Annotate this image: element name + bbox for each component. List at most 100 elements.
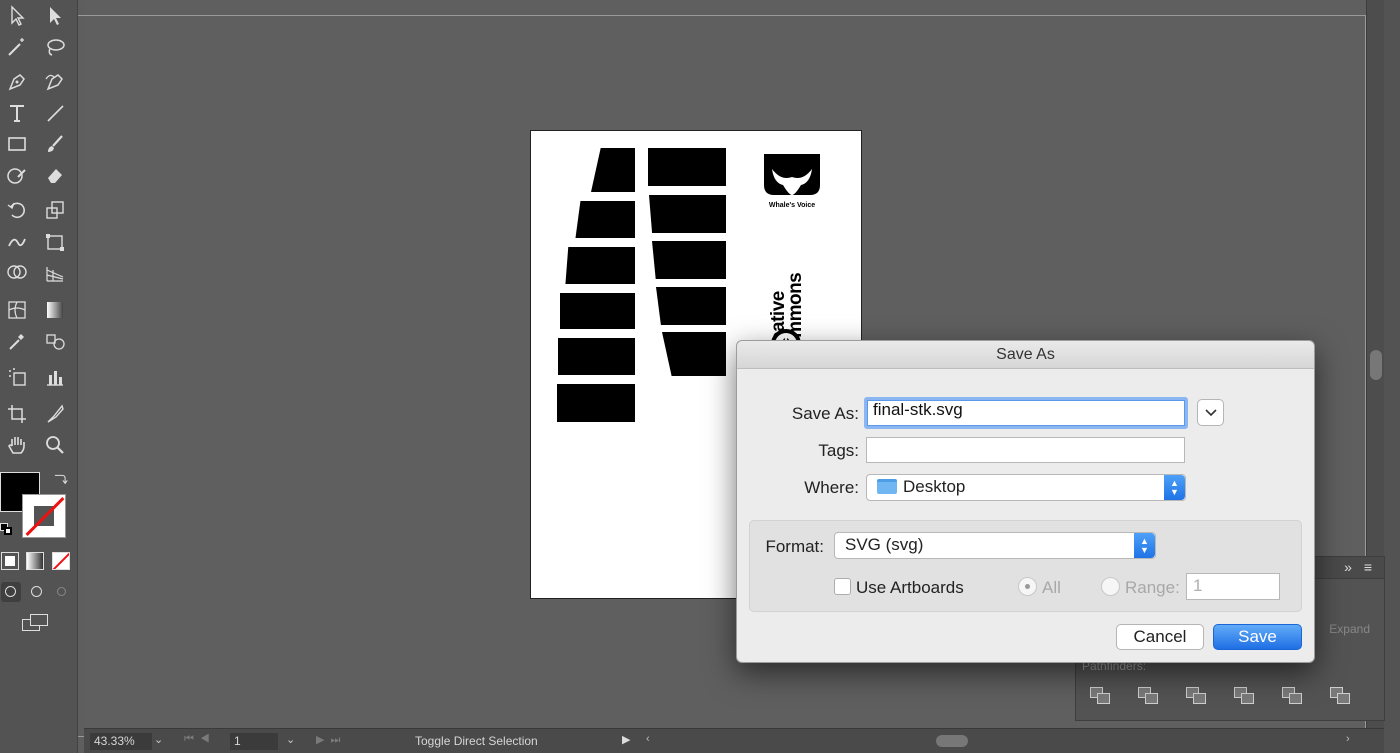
horizontal-scrollbar[interactable]: [644, 733, 1364, 749]
zoom-field[interactable]: 43.33%: [90, 733, 152, 750]
paintbrush-tool[interactable]: [40, 130, 70, 158]
panel-collapse-icon[interactable]: » ≡: [1344, 559, 1376, 575]
artwork-block[interactable]: [656, 287, 726, 325]
status-bar: 43.33% ⌄ ⏮◀ 1 ⌄ ▶⏭ Toggle Direct Selecti…: [84, 728, 1384, 753]
expand-button[interactable]: Expand: [1329, 622, 1370, 636]
next-last-artboard-icons[interactable]: ▶⏭: [316, 733, 346, 747]
line-segment-tool[interactable]: [40, 99, 70, 127]
artwork-block[interactable]: [565, 247, 635, 284]
scroll-right-icon[interactable]: ›: [1346, 733, 1350, 745]
stroke-swatch[interactable]: [22, 494, 66, 538]
range-label: Range:: [1125, 578, 1180, 597]
cancel-button[interactable]: Cancel: [1116, 624, 1204, 650]
horizontal-scrollbar-thumb[interactable]: [936, 735, 968, 747]
pathfinder-minus-back-icon[interactable]: [1330, 687, 1352, 705]
swap-fill-stroke-icon[interactable]: [46, 466, 74, 492]
default-fill-stroke-icon[interactable]: [0, 523, 12, 535]
screen-mode-icon[interactable]: [22, 613, 52, 635]
rectangle-tool[interactable]: [2, 130, 32, 158]
artboard-number-field[interactable]: 1: [230, 733, 278, 750]
pathfinder-merge-icon[interactable]: [1186, 687, 1208, 705]
gradient-mode-button[interactable]: [26, 552, 44, 570]
use-artboards-label[interactable]: Use Artboards: [856, 578, 964, 598]
shaper-tool[interactable]: [2, 161, 32, 189]
artwork-block[interactable]: [591, 148, 635, 192]
popup-stepper-icon: ▲ ▼: [1134, 533, 1155, 558]
blend-tool[interactable]: [40, 327, 70, 355]
pathfinder-trim-icon[interactable]: [1138, 687, 1160, 705]
artboard-dropdown-icon[interactable]: ⌄: [286, 733, 295, 746]
direct-selection-tool[interactable]: [40, 2, 70, 30]
status-menu-icon[interactable]: ▶: [622, 733, 630, 746]
popup-stepper-icon: ▲ ▼: [1164, 475, 1185, 500]
zoom-tool[interactable]: [40, 431, 70, 459]
where-value: Desktop: [903, 477, 966, 496]
artwork-block[interactable]: [557, 384, 635, 422]
format-popup[interactable]: SVG (svg) ▲ ▼: [834, 532, 1156, 559]
draw-normal-icon[interactable]: [1, 582, 21, 602]
all-radio[interactable]: [1018, 577, 1037, 596]
tags-label: Tags:: [818, 441, 859, 460]
chevron-down-icon: [1204, 408, 1217, 416]
expand-dialog-button[interactable]: [1197, 399, 1224, 426]
type-tool[interactable]: [2, 99, 32, 127]
color-mode-button[interactable]: [1, 552, 19, 570]
magic-wand-tool[interactable]: [2, 33, 32, 61]
gradient-tool[interactable]: [40, 296, 70, 324]
perspective-grid-tool[interactable]: [40, 259, 70, 287]
format-options-box: Format: SVG (svg) ▲ ▼ Use Artboards All R…: [749, 520, 1302, 612]
pen-tool[interactable]: [2, 68, 32, 96]
logo-caption: Whale's Voice: [768, 202, 816, 209]
tools-panel: [0, 0, 78, 753]
width-tool[interactable]: [2, 228, 32, 256]
shape-builder-tool[interactable]: [2, 259, 32, 287]
whales-voice-logo: Whale's Voice: [757, 151, 827, 209]
hand-tool[interactable]: [2, 431, 32, 459]
right-dock-edge: [1384, 0, 1400, 753]
dialog-title: Save As: [737, 341, 1314, 369]
use-artboards-checkbox[interactable]: [834, 578, 851, 595]
all-label: All: [1042, 578, 1061, 597]
eraser-tool[interactable]: [40, 161, 70, 189]
none-mode-button[interactable]: [52, 552, 70, 570]
rotate-tool[interactable]: [2, 196, 32, 224]
artwork-block[interactable]: [560, 293, 635, 329]
first-prev-artboard-icons[interactable]: ⏮◀: [184, 733, 216, 746]
status-text: Toggle Direct Selection: [415, 734, 538, 748]
column-graph-tool[interactable]: [40, 363, 70, 391]
selection-tool[interactable]: [2, 2, 32, 30]
filename-input[interactable]: final-stk.svg: [864, 397, 1188, 429]
artwork-block[interactable]: [652, 241, 726, 279]
artwork-block[interactable]: [648, 148, 726, 186]
where-label: Where:: [804, 478, 859, 497]
artboard-tool[interactable]: [2, 400, 32, 428]
draw-inside-icon[interactable]: [52, 582, 72, 602]
vertical-scrollbar-thumb[interactable]: [1370, 350, 1382, 380]
where-popup[interactable]: Desktop ▲ ▼: [866, 474, 1186, 501]
mesh-tool[interactable]: [2, 296, 32, 324]
range-radio[interactable]: [1101, 577, 1120, 596]
pathfinder-outline-icon[interactable]: [1282, 687, 1304, 705]
pathfinder-crop-icon[interactable]: [1234, 687, 1256, 705]
range-input[interactable]: 1: [1186, 573, 1280, 600]
save-as-label: Save As:: [791, 404, 859, 423]
curvature-tool[interactable]: [40, 68, 70, 96]
eyedropper-tool[interactable]: [2, 327, 32, 355]
save-as-dialog: Save As Save As: final-stk.svg Tags: Whe…: [736, 340, 1315, 663]
zoom-dropdown-icon[interactable]: ⌄: [154, 733, 163, 746]
pathfinder-divide-icon[interactable]: [1090, 687, 1112, 705]
slice-tool[interactable]: [40, 400, 70, 428]
scale-tool[interactable]: [40, 196, 70, 224]
format-value: SVG (svg): [845, 535, 924, 554]
save-button[interactable]: Save: [1213, 624, 1302, 650]
draw-behind-icon[interactable]: [27, 582, 47, 602]
lasso-tool[interactable]: [40, 33, 70, 61]
artwork-block[interactable]: [575, 201, 635, 238]
artwork-block[interactable]: [662, 332, 726, 376]
artwork-block[interactable]: [558, 338, 635, 375]
tags-input[interactable]: [866, 437, 1185, 463]
folder-icon: [877, 479, 897, 494]
artwork-block[interactable]: [649, 195, 726, 233]
free-transform-tool[interactable]: [40, 228, 70, 256]
symbol-sprayer-tool[interactable]: [2, 363, 32, 391]
